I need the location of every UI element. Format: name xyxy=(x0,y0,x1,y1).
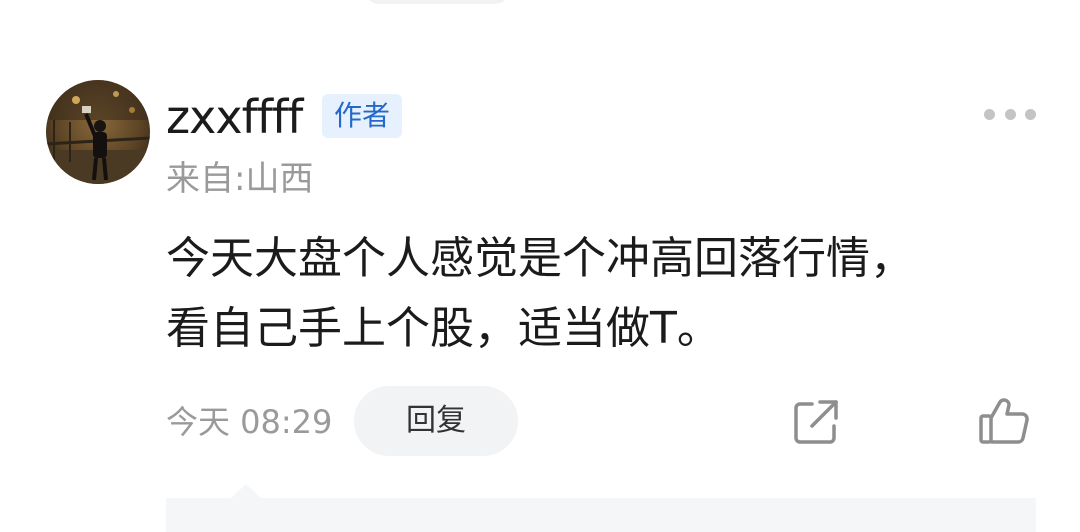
previous-reply-pill[interactable] xyxy=(362,0,512,4)
thumbs-up-icon xyxy=(979,398,1029,444)
avatar[interactable] xyxy=(46,80,150,184)
avatar-photo xyxy=(46,80,150,184)
share-button[interactable] xyxy=(792,398,840,446)
username[interactable]: zxxffff xyxy=(166,88,303,146)
timestamp: 今天 08:29 xyxy=(166,403,333,441)
like-button[interactable] xyxy=(978,396,1030,446)
reply-button[interactable]: 回复 xyxy=(354,386,518,456)
share-icon xyxy=(794,400,838,444)
location-label: 来自:山西 xyxy=(166,159,314,199)
more-dots-icon xyxy=(984,108,995,120)
more-dots-icon-dot-3 xyxy=(1025,108,1036,120)
comment-screen: zxxffff 作者 来自:山西 今天大盘个人感觉是个冲高回落行情， 看自己手上… xyxy=(0,0,1080,532)
reply-box-arrow xyxy=(230,484,262,499)
sub-replies-box[interactable] xyxy=(166,498,1036,532)
more-options-button[interactable] xyxy=(984,104,1036,124)
author-badge: 作者 xyxy=(322,94,402,138)
comment-body: 今天大盘个人感觉是个冲高回落行情， 看自己手上个股，适当做T。 xyxy=(166,233,914,354)
more-dots-icon-dot-2 xyxy=(1004,108,1016,120)
